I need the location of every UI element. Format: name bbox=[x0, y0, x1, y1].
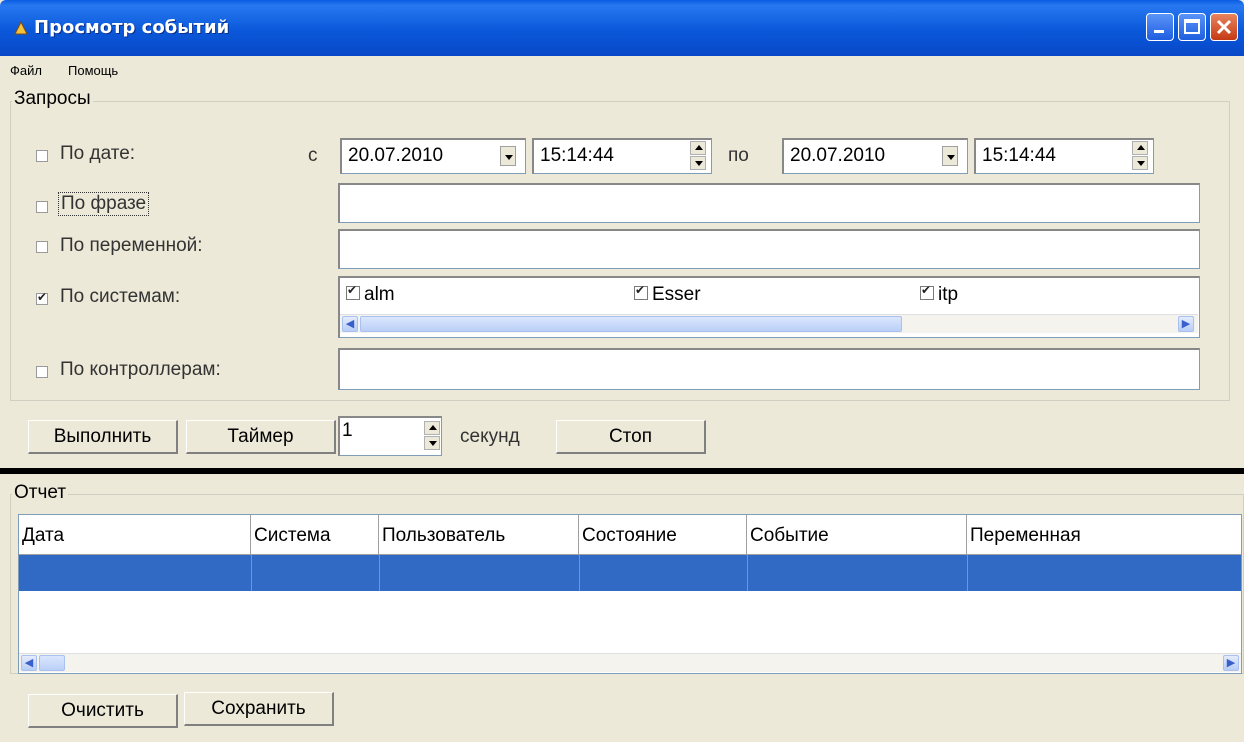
systems-list[interactable]: alm Esser itp ◀ ▶ bbox=[338, 276, 1200, 338]
to-date-dropdown[interactable]: 20.07.2010 bbox=[782, 138, 968, 174]
chevron-down-icon[interactable] bbox=[942, 146, 958, 166]
from-time-input[interactable]: 15:14:44 bbox=[532, 138, 712, 174]
by-date-label: По дате: bbox=[60, 143, 136, 164]
seconds-label: секунд bbox=[460, 426, 520, 447]
menu-help[interactable]: Помощь bbox=[68, 63, 118, 78]
stop-button[interactable]: Стоп bbox=[556, 420, 706, 454]
menu-bar: Файл Помощь bbox=[0, 56, 1244, 84]
by-date-checkbox[interactable] bbox=[36, 150, 48, 162]
phrase-input[interactable] bbox=[338, 183, 1200, 223]
report-table[interactable]: Дата Система Пользователь Состояние Собы… bbox=[18, 514, 1242, 674]
from-label: с bbox=[308, 145, 318, 166]
window-title: Просмотр событий bbox=[34, 17, 230, 38]
maximize-icon bbox=[1184, 19, 1200, 34]
by-phrase-checkbox[interactable] bbox=[36, 201, 48, 213]
from-date-value: 20.07.2010 bbox=[348, 145, 444, 166]
controllers-input[interactable] bbox=[338, 348, 1200, 390]
interval-input[interactable]: 1 bbox=[338, 416, 442, 456]
by-phrase-label: По фразе bbox=[58, 192, 150, 216]
timer-button[interactable]: Таймер bbox=[186, 420, 336, 454]
checkbox-icon[interactable] bbox=[920, 283, 934, 300]
system-item-itp[interactable]: itp bbox=[920, 283, 958, 306]
queries-legend: Запросы bbox=[12, 88, 93, 110]
to-time-input[interactable]: 15:14:44 bbox=[974, 138, 1154, 174]
report-hscrollbar[interactable]: ◀ ▶ bbox=[19, 653, 1241, 672]
run-button[interactable]: Выполнить bbox=[28, 420, 178, 454]
title-bar[interactable]: Просмотр событий bbox=[0, 0, 1244, 56]
checkbox-icon[interactable] bbox=[346, 283, 360, 300]
app-window: Просмотр событий Файл Помощь Запросы По … bbox=[0, 0, 1244, 742]
by-systems-label: По системам: bbox=[60, 286, 181, 307]
table-row[interactable] bbox=[19, 555, 1241, 591]
from-date-dropdown[interactable]: 20.07.2010 bbox=[340, 138, 526, 174]
report-legend: Отчет bbox=[12, 482, 69, 504]
by-controllers-checkbox[interactable] bbox=[36, 366, 48, 378]
scroll-right-icon[interactable]: ▶ bbox=[1178, 316, 1194, 332]
minimize-icon bbox=[1154, 30, 1164, 33]
scroll-thumb[interactable] bbox=[360, 316, 902, 332]
column-header-variable[interactable]: Переменная bbox=[967, 515, 1241, 555]
minimize-button[interactable] bbox=[1146, 13, 1174, 41]
by-controllers-label: По контроллерам: bbox=[60, 359, 221, 380]
variable-input[interactable] bbox=[338, 229, 1200, 269]
checkbox-icon[interactable] bbox=[634, 283, 648, 300]
interval-value: 1 bbox=[342, 420, 353, 441]
splitter[interactable] bbox=[0, 468, 1244, 474]
clear-button[interactable]: Очистить bbox=[28, 694, 178, 728]
from-time-spinner[interactable] bbox=[690, 141, 706, 171]
from-time-value: 15:14:44 bbox=[540, 145, 614, 166]
save-button[interactable]: Сохранить bbox=[184, 692, 334, 726]
to-time-spinner[interactable] bbox=[1132, 141, 1148, 171]
to-time-value: 15:14:44 bbox=[982, 145, 1056, 166]
scroll-thumb[interactable] bbox=[39, 655, 65, 671]
by-variable-label: По переменной: bbox=[60, 235, 203, 256]
to-date-value: 20.07.2010 bbox=[790, 145, 886, 166]
scroll-left-icon[interactable]: ◀ bbox=[342, 316, 358, 332]
close-icon bbox=[1216, 19, 1232, 35]
by-systems-checkbox[interactable] bbox=[36, 290, 48, 305]
column-header-user[interactable]: Пользователь bbox=[379, 515, 579, 555]
maximize-button[interactable] bbox=[1178, 13, 1206, 41]
systems-hscrollbar[interactable]: ◀ ▶ bbox=[340, 314, 1198, 333]
column-header-state[interactable]: Состояние bbox=[579, 515, 747, 555]
chevron-down-icon[interactable] bbox=[500, 146, 516, 166]
column-header-event[interactable]: Событие bbox=[747, 515, 967, 555]
scroll-left-icon[interactable]: ◀ bbox=[21, 655, 37, 671]
system-item-esser[interactable]: Esser bbox=[634, 283, 701, 306]
system-item-alm[interactable]: alm bbox=[346, 283, 395, 306]
close-button[interactable] bbox=[1210, 13, 1238, 41]
by-variable-checkbox[interactable] bbox=[36, 241, 48, 253]
column-header-date[interactable]: Дата bbox=[19, 515, 251, 555]
interval-spinner[interactable] bbox=[424, 421, 440, 451]
to-label: по bbox=[728, 145, 749, 166]
scroll-right-icon[interactable]: ▶ bbox=[1223, 655, 1239, 671]
column-header-system[interactable]: Система bbox=[251, 515, 379, 555]
menu-file[interactable]: Файл bbox=[10, 63, 42, 78]
app-icon bbox=[14, 21, 28, 35]
